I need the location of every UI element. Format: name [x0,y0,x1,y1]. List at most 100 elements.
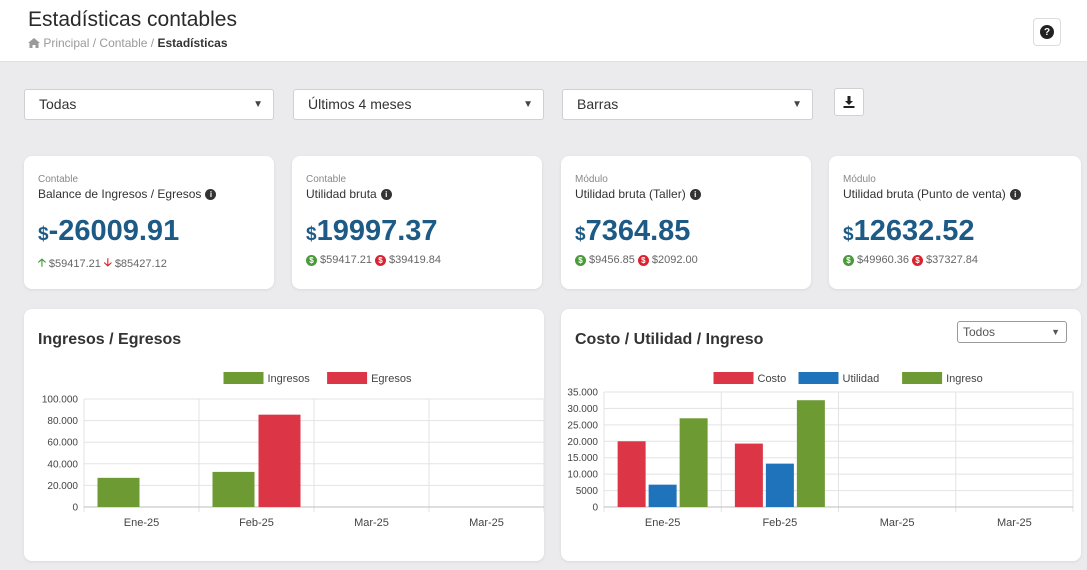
arrow-up-icon: 🡡 [38,257,46,269]
stat-expense: $37327.84 [926,254,978,266]
chart-type-select[interactable]: Barras ▼ [562,89,813,120]
y-tick-label: 30.000 [567,404,598,415]
currency-symbol: $ [575,224,586,245]
legend-label: Egresos [371,373,412,385]
x-tick-label: Mar-25 [354,517,389,529]
chart-type-select-value: Barras [577,96,619,112]
chevron-down-icon: ▼ [253,99,263,110]
stat-expense: $85427.12 [114,257,167,270]
currency-symbol: $ [306,224,317,245]
y-tick-label: 0 [592,503,598,514]
stat-title-text: Utilidad bruta (Taller) [575,187,686,201]
stat-title: Utilidad bruta i [306,187,528,201]
legend-swatch [327,372,368,384]
stat-title-text: Utilidad bruta [306,187,377,201]
dollar-circle-icon: $ [306,254,317,266]
dollar-circle-icon: $ [375,254,386,266]
bar-utilidad [765,463,794,507]
period-select-value: Últimos 4 meses [308,96,412,112]
legend-swatch [798,372,839,384]
stat-value: $12632.52 [843,215,1067,248]
y-tick-label: 20.000 [567,437,598,448]
x-tick-label: Mar-25 [469,517,504,529]
y-tick-label: 5000 [576,486,599,497]
stat-title-text: Balance de Ingresos / Egresos [38,187,202,201]
chart-card-costo-utilidad: Costo / Utilidad / Ingreso Todos ▼ 0 5000… [561,309,1081,561]
stat-card-utilidad: Contable Utilidad bruta i $19997.37 $ $5… [292,156,542,289]
legend-label: Utilidad [843,373,880,385]
stat-title: Balance de Ingresos / Egresos i [38,187,260,201]
stat-breakdown: $ $59417.21 $ $39419.84 [306,254,528,266]
x-tick-label: Feb-25 [239,517,274,529]
scope-select-value: Todas [39,96,77,112]
currency-symbol: $ [38,224,49,245]
chevron-down-icon: ▼ [792,99,802,110]
stat-income: $59417.21 [320,254,372,266]
legend-swatch [713,372,754,384]
period-select[interactable]: Últimos 4 meses ▼ [293,89,544,120]
arrow-down-icon: 🡣 [103,257,112,269]
stat-kicker: Contable [306,174,347,185]
stat-card-balance: Contable Balance de Ingresos / Egresos i… [24,156,274,289]
legend-swatch [902,372,943,384]
x-tick-label: Mar-25 [880,517,915,529]
stat-breakdown: $ $9456.85 $ $2092.00 [575,254,797,266]
info-circle-icon[interactable]: i [205,188,217,200]
y-tick-label: 10.000 [567,470,598,481]
bar-egresos [258,414,301,507]
costo-utilidad-ingreso-chart: 0 5000 10.000 15.000 20.000 25.000 30.000 35.00… [567,372,1074,529]
y-tick-label: 0 [72,503,78,514]
home-icon[interactable] [28,36,43,50]
stat-amount: 19997.37 [316,215,438,247]
y-tick-label: 40.000 [47,459,78,470]
y-tick-label: 15.000 [567,453,598,464]
stat-breakdown: 🡡 $59417.21 🡣 $85427.12 [38,254,260,273]
chevron-down-icon: ▼ [523,99,533,110]
page-title: Estadísticas contables [28,8,237,31]
legend-label: Ingresos [268,373,311,385]
legend-label: Ingreso [946,373,983,385]
stat-amount: -26009.91 [48,215,180,247]
breadcrumb-home[interactable]: Principal [43,36,89,50]
y-tick-label: 80.000 [47,416,78,427]
x-tick-label: Mar-25 [997,517,1032,529]
x-tick-label: Ene-25 [645,517,680,529]
stat-kicker: Módulo [575,174,608,185]
stat-card-taller: Módulo Utilidad bruta (Taller) i $7364.8… [561,156,811,289]
download-button[interactable] [834,88,864,116]
scope-select[interactable]: Todas ▼ [24,89,274,120]
dollar-circle-icon: $ [912,254,923,266]
stat-expense: $2092.00 [651,254,698,266]
bar-costo [617,441,646,507]
bar-ingreso [679,418,708,507]
stat-kicker: Módulo [843,174,876,185]
bar-ingresos [97,477,140,507]
breadcrumb-separator: / [92,36,97,50]
legend-swatch [223,372,264,384]
dollar-circle-icon: $ [575,254,586,266]
stat-title: Utilidad bruta (Punto de venta) i [843,187,1067,201]
bar-ingreso [796,400,825,507]
currency-symbol: $ [843,224,854,245]
info-circle-icon[interactable]: i [689,188,701,200]
info-circle-icon[interactable]: i [1009,188,1021,200]
stat-breakdown: $ $49960.36 $ $37327.84 [843,254,1067,266]
y-tick-label: 35.000 [567,388,598,399]
x-tick-label: Ene-25 [124,517,159,529]
info-circle-icon[interactable]: i [380,188,392,200]
chart-card-ingresos-egresos: Ingresos / Egresos 0 20.000 40.000 60.000 80… [24,309,544,561]
page-header: Estadísticas contables Principal / Conta… [0,0,1087,62]
dollar-circle-icon: $ [843,254,854,266]
stat-income: $59417.21 [48,257,101,270]
download-icon [843,96,855,108]
breadcrumb-separator: / [150,36,155,50]
y-tick-label: 20.000 [47,481,78,492]
stat-title: Utilidad bruta (Taller) i [575,187,797,201]
help-button[interactable]: ? [1033,18,1061,46]
y-tick-label: 60.000 [47,438,78,449]
breadcrumb-contable[interactable]: Contable [99,36,147,50]
question-circle-icon: ? [1040,25,1054,39]
legend-label: Costo [758,373,787,385]
bar-ingresos [212,471,255,507]
stat-value: $7364.85 [575,215,797,248]
